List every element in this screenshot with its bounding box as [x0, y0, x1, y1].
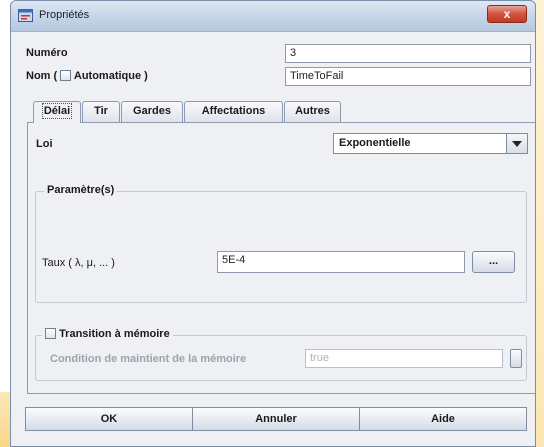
title-bar[interactable]: Propriétés x — [11, 1, 535, 32]
tab-tir[interactable]: Tir — [82, 101, 120, 122]
tab-tir-label: Tir — [94, 105, 108, 117]
ok-button[interactable]: OK — [25, 407, 193, 431]
tab-autres-label: Autres — [295, 105, 330, 117]
tab-affectations[interactable]: Affectations — [184, 101, 283, 122]
nom-label: Nom ( Automatique ) — [26, 70, 148, 82]
condition-browse-button[interactable] — [510, 349, 522, 368]
condition-field[interactable]: true — [305, 349, 503, 368]
properties-app-icon — [18, 9, 33, 22]
taux-browse-label: ... — [488, 255, 499, 267]
parametres-group: Paramètre(s) Taux ( λ, μ, ... ) 5E-4 ... — [35, 184, 527, 303]
properties-dialog: Propriétés x Numéro 3 Nom ( Automatique … — [10, 0, 536, 447]
tab-delai[interactable]: Délai — [33, 101, 81, 123]
taux-browse-button[interactable]: ... — [472, 251, 515, 273]
window-title: Propriétés — [39, 9, 90, 21]
aide-label: Aide — [431, 413, 455, 425]
parametres-title: Paramètre(s) — [44, 184, 118, 196]
transition-memoire-checkbox[interactable] — [45, 328, 56, 339]
tab-gardes[interactable]: Gardes — [121, 101, 183, 122]
transition-memoire-label: Transition à mémoire — [59, 328, 170, 340]
loi-dropdown[interactable]: Exponentielle — [333, 133, 528, 154]
tab-panel-delai: Loi Exponentielle Paramètre(s) Taux ( λ,… — [27, 122, 535, 394]
memoire-group: Transition à mémoire Condition de mainti… — [35, 328, 527, 381]
taux-label: Taux ( λ, μ, ... ) — [42, 257, 115, 269]
aide-button[interactable]: Aide — [359, 407, 527, 431]
condition-value: true — [310, 352, 329, 364]
annuler-button[interactable]: Annuler — [192, 407, 360, 431]
annuler-label: Annuler — [255, 413, 297, 425]
loi-label: Loi — [36, 138, 53, 150]
close-button[interactable]: x — [487, 5, 527, 23]
close-icon: x — [503, 7, 511, 21]
automatique-checkbox[interactable] — [60, 70, 72, 81]
condition-label: Condition de maintient de la mémoire — [50, 353, 247, 365]
numero-field[interactable]: 3 — [285, 44, 531, 63]
numero-value: 3 — [290, 47, 297, 59]
nom-value: TimeToFail — [290, 70, 344, 82]
loi-selected-value: Exponentielle — [339, 137, 411, 149]
nom-label-prefix: Nom ( — [26, 70, 58, 82]
automatique-checkbox-label: Automatique ) — [73, 70, 148, 82]
taux-field[interactable]: 5E-4 — [217, 251, 465, 273]
dialog-button-bar: OK Annuler Aide — [25, 407, 527, 431]
tab-gardes-label: Gardes — [133, 105, 171, 117]
tab-delai-label: Délai — [41, 103, 73, 119]
numero-label: Numéro — [26, 47, 68, 59]
chevron-down-icon[interactable] — [506, 134, 527, 153]
memoire-title: Transition à mémoire — [42, 328, 173, 340]
taux-value: 5E-4 — [222, 254, 246, 266]
dialog-content: Numéro 3 Nom ( Automatique ) TimeToFail … — [11, 32, 535, 446]
nom-field[interactable]: TimeToFail — [285, 67, 531, 86]
tab-autres[interactable]: Autres — [284, 101, 341, 122]
tab-affectations-label: Affectations — [201, 105, 266, 117]
ok-label: OK — [100, 413, 118, 425]
